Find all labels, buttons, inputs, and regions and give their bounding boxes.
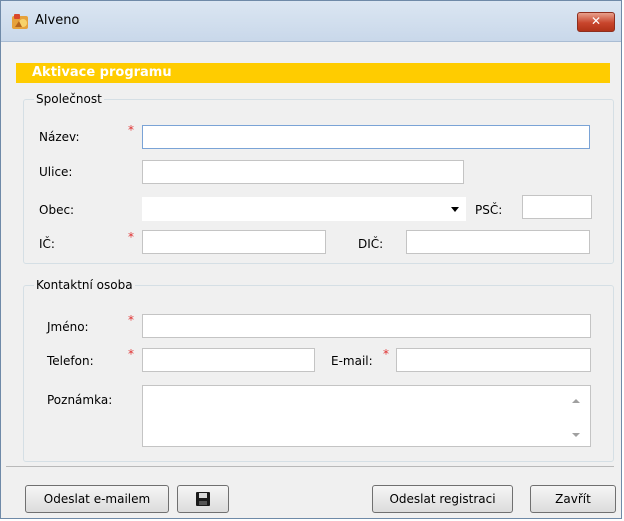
scroll-down-icon[interactable] (572, 433, 580, 437)
contact-legend: Kontaktní osoba (36, 278, 133, 292)
alveno-app-icon (12, 14, 28, 29)
close-window-button[interactable]: ✕ (577, 12, 615, 32)
ulice-input[interactable] (142, 160, 464, 184)
dic-input[interactable] (406, 230, 590, 254)
banner-activation: Aktivace programu (16, 63, 610, 83)
save-button[interactable] (177, 485, 229, 513)
obec-label: Obec: (39, 203, 75, 217)
telefon-required-mark: * (128, 347, 134, 361)
telefon-label: Telefon: (47, 354, 94, 368)
poznamka-label: Poznámka: (47, 393, 113, 407)
ic-label: IČ: (39, 237, 55, 251)
ic-required-mark: * (128, 230, 134, 244)
psc-input[interactable] (522, 195, 592, 219)
email-label: E-mail: (331, 354, 373, 368)
email-required-mark: * (383, 347, 389, 361)
email-input[interactable] (396, 348, 591, 372)
obec-select[interactable] (142, 197, 466, 221)
jmeno-input[interactable] (142, 314, 591, 338)
scroll-up-icon[interactable] (572, 399, 580, 403)
floppy-disk-icon (196, 492, 210, 506)
chevron-down-icon[interactable] (451, 207, 459, 212)
poznamka-textarea[interactable] (142, 385, 591, 447)
ulice-label: Ulice: (39, 165, 73, 179)
company-legend: Společnost (36, 92, 102, 106)
send-registration-button[interactable]: Odeslat registraci (372, 485, 513, 513)
nazev-input[interactable] (142, 125, 590, 149)
window-title: Alveno (35, 13, 80, 28)
ic-input[interactable] (142, 230, 326, 254)
psc-label: PSČ: (475, 203, 503, 217)
telefon-input[interactable] (142, 348, 315, 372)
jmeno-label: Jméno: (47, 320, 89, 334)
nazev-label: Název: (39, 130, 80, 144)
close-button[interactable]: Zavřít (530, 485, 616, 513)
send-email-button[interactable]: Odeslat e-mailem (25, 485, 169, 513)
title-bar: Alveno ✕ (1, 1, 621, 42)
nazev-required-mark: * (128, 123, 134, 137)
footer-separator (6, 466, 614, 467)
jmeno-required-mark: * (128, 313, 134, 327)
dic-label: DIČ: (358, 237, 384, 251)
